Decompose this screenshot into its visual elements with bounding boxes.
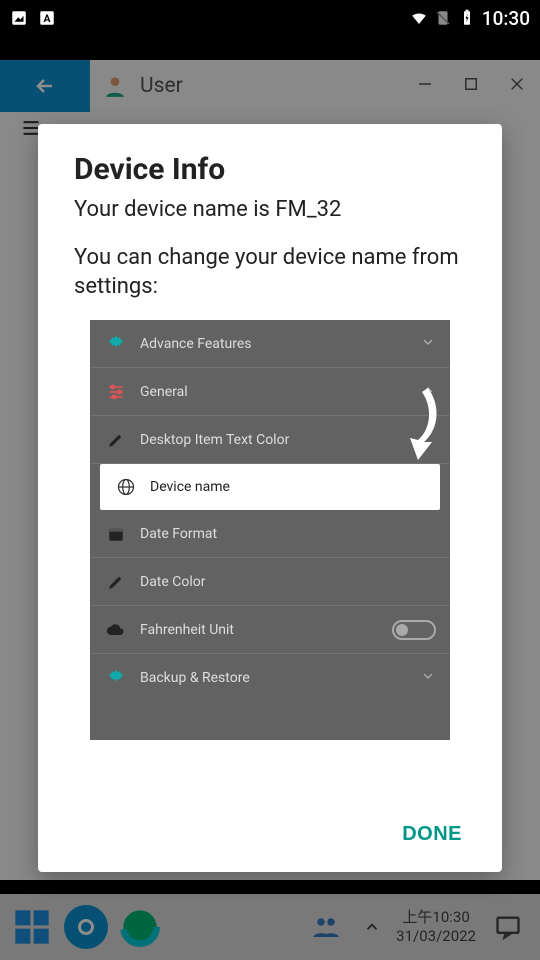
- row-label: Device name: [150, 479, 230, 495]
- dialog-help-text: You can change your device name from set…: [74, 243, 466, 302]
- no-sim-icon: [434, 9, 452, 27]
- row-label: General: [140, 384, 188, 400]
- pen-icon: [104, 431, 128, 449]
- globe-icon: [114, 477, 138, 497]
- wifi-icon: [410, 9, 428, 27]
- row-label: Date Format: [140, 526, 217, 542]
- device-info-dialog: Device Info Your device name is FM_32 Yo…: [38, 124, 502, 872]
- image-icon: [10, 9, 28, 27]
- row-label: Backup & Restore: [140, 670, 250, 686]
- chevron-down-icon: [420, 668, 436, 688]
- cloud-icon: [104, 620, 128, 640]
- gear-icon: [104, 668, 128, 688]
- row-label: Desktop Item Text Color: [140, 432, 289, 448]
- spacer: [0, 36, 540, 60]
- toggle-off-icon: [392, 620, 436, 640]
- row-label: Fahrenheit Unit: [140, 622, 234, 638]
- pen-icon: [104, 573, 128, 591]
- status-bar: A 10:30: [0, 0, 540, 36]
- calendar-icon: [104, 525, 128, 543]
- done-button[interactable]: DONE: [398, 817, 466, 852]
- battery-charging-icon: [458, 9, 476, 27]
- status-time: 10:30: [482, 7, 530, 30]
- gear-icon: [104, 334, 128, 354]
- settings-screenshot: Advance Features General Desktop Item Te…: [90, 320, 450, 740]
- dialog-subtitle: Your device name is FM_32: [74, 195, 466, 225]
- row-label: Advance Features: [140, 336, 251, 352]
- chevron-up-icon: [420, 382, 436, 402]
- dialog-title: Device Info: [74, 152, 466, 187]
- letter-a-icon: A: [38, 9, 56, 27]
- svg-text:A: A: [43, 12, 51, 25]
- row-label: Date Color: [140, 574, 206, 590]
- sliders-icon: [104, 382, 128, 402]
- chevron-down-icon: [420, 334, 436, 354]
